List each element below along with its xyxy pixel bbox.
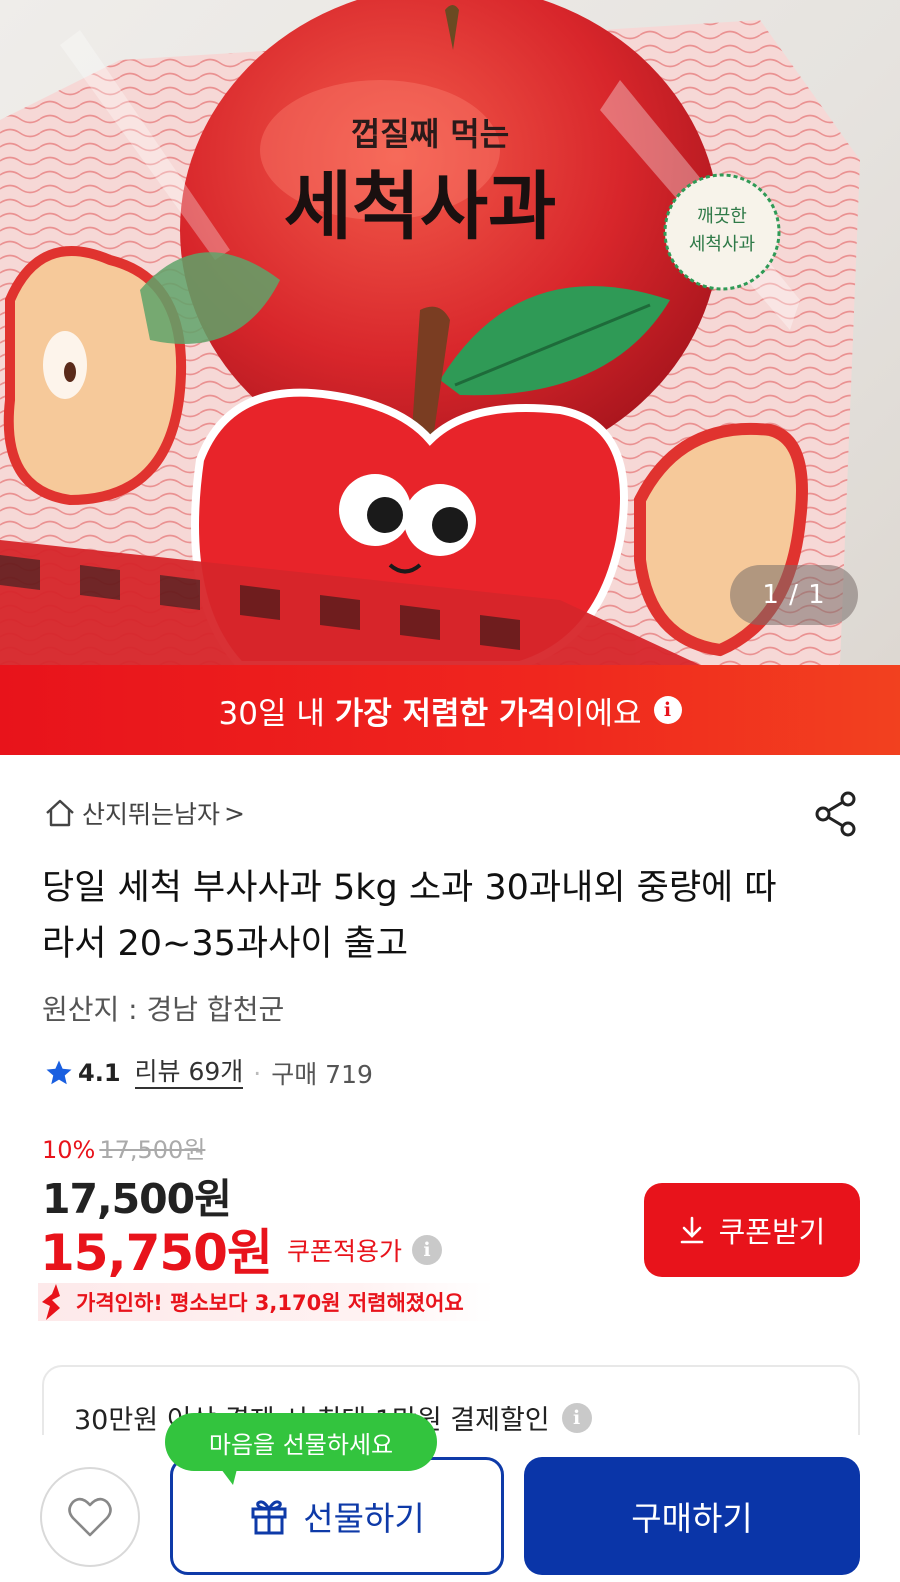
share-icon[interactable] (812, 790, 860, 838)
badge-line-1: 깨끗한 (697, 206, 747, 227)
badge-line-2: 세척사과 (689, 234, 755, 255)
coupon-price-label-text: 쿠폰적용가 (287, 1237, 403, 1266)
coupon-price: 15,750원 (40, 1224, 273, 1282)
banner-text-bold: 가장 저렴한 가격 (334, 695, 556, 732)
buy-button[interactable]: 구매하기 (524, 1457, 860, 1575)
down-arrow-icon (42, 1284, 60, 1320)
reviews-link[interactable]: 리뷰 69개 (134, 1057, 244, 1089)
discount-rate: 10% (42, 1136, 96, 1164)
heart-icon (68, 1497, 112, 1537)
gift-tooltip: 마음을 선물하세요 (165, 1413, 437, 1485)
chevron-right-icon: > (224, 798, 245, 828)
package-big-text: 세척사과 (284, 164, 556, 250)
seller-link[interactable]: 산지뛰는남자 > (44, 795, 245, 831)
image-counter: 1 / 1 (730, 565, 858, 625)
separator-dot: · (253, 1058, 262, 1088)
info-icon[interactable]: i (653, 696, 682, 724)
rating-row: 4.1 리뷰 69개 · 구매 719 (44, 1055, 373, 1091)
price-drop-notice: 가격인하! 평소보다 3,170원 저렴해졌어요 (38, 1283, 494, 1321)
banner-text-pre: 30일 내 (218, 695, 335, 732)
price-drop-text: 가격인하! 평소보다 3,170원 저렴해졌어요 (76, 1291, 464, 1315)
get-coupon-label: 쿠폰받기 (718, 1215, 826, 1249)
purchase-count: 구매 719 (271, 1060, 373, 1089)
buy-button-label: 구매하기 (631, 1499, 753, 1538)
seller-name: 산지뛰는남자 (82, 800, 221, 829)
product-title: 당일 세척 부사사과 5kg 소과 30과내외 중량에 따라서 20~35과사이… (42, 868, 777, 964)
download-icon (680, 1216, 703, 1244)
lowest-price-banner[interactable]: 30일 내 가장 저렴한 가격 이에요 i (0, 665, 900, 755)
banner-text-post: 이에요 (555, 695, 642, 732)
product-origin: 원산지 : 경남 합천군 (42, 993, 285, 1026)
gift-icon (251, 1500, 287, 1535)
wishlist-button[interactable] (40, 1467, 140, 1567)
package-small-text: 껍질째 먹는 (351, 115, 509, 153)
discount-row: 10% 17,500원 (42, 1130, 205, 1165)
get-coupon-button[interactable]: 쿠폰받기 (644, 1183, 860, 1277)
rating-score: 4.1 (78, 1059, 121, 1087)
info-icon[interactable]: i (412, 1235, 443, 1265)
info-icon[interactable]: i (561, 1402, 592, 1433)
home-icon (46, 799, 74, 827)
original-price-strikethrough: 17,500원 (99, 1136, 206, 1164)
product-image[interactable]: 껍질째 먹는 세척사과 깨끗한 세척사과 1 / 1 (0, 0, 900, 665)
gift-button-label: 선물하기 (303, 1499, 425, 1538)
coupon-price-label: 쿠폰적용가 i (287, 1232, 443, 1268)
star-icon (46, 1060, 72, 1085)
